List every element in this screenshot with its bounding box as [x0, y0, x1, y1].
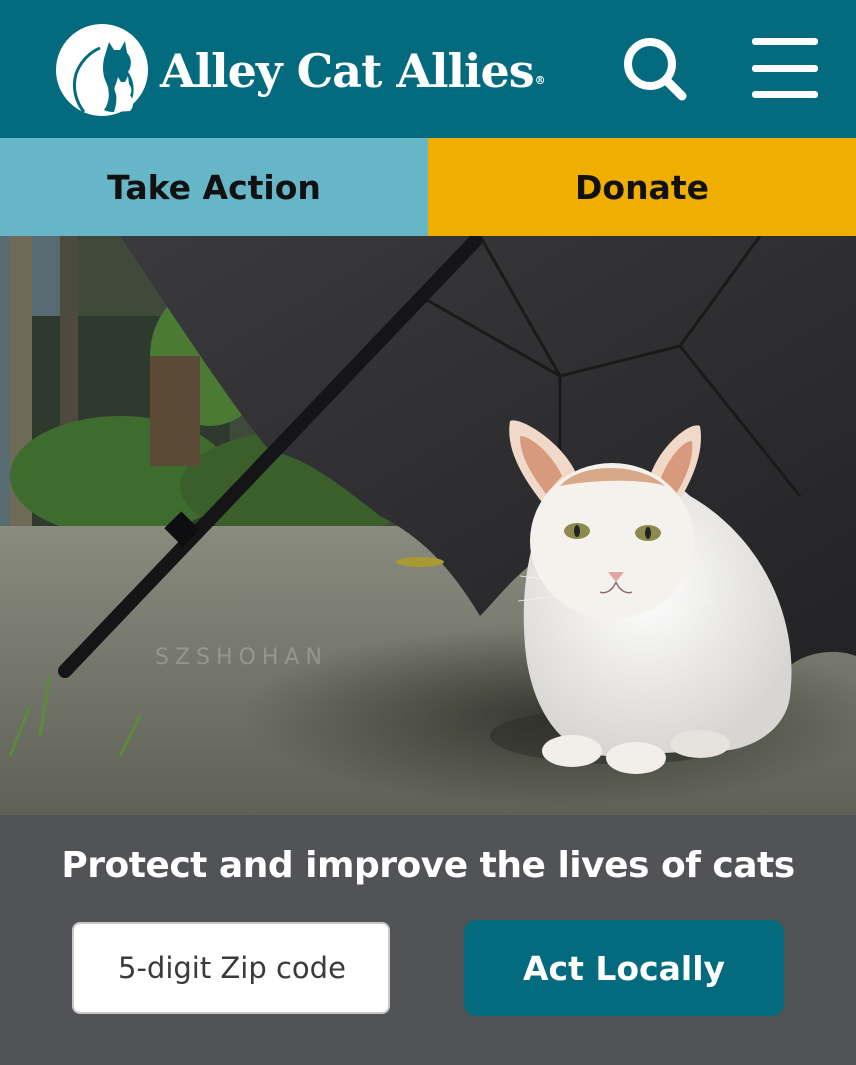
- cat-silhouette-logo-icon[interactable]: [54, 22, 150, 118]
- local-action-panel: Protect and improve the lives of cats Ac…: [0, 815, 856, 1065]
- take-action-button[interactable]: Take Action: [0, 138, 428, 236]
- brand-name[interactable]: Alley Cat Allies®: [160, 36, 546, 106]
- act-locally-button[interactable]: Act Locally: [464, 920, 784, 1016]
- site-header: Alley Cat Allies®: [0, 0, 856, 138]
- zip-code-input[interactable]: [72, 922, 390, 1014]
- hero-image: SZSHOHAN: [0, 236, 856, 815]
- donate-button[interactable]: Donate: [428, 138, 856, 236]
- tagline-heading: Protect and improve the lives of cats: [61, 845, 795, 886]
- registered-mark: ®: [534, 74, 546, 87]
- hamburger-menu-icon[interactable]: [748, 34, 822, 104]
- photo-watermark: SZSHOHAN: [155, 645, 328, 670]
- search-icon[interactable]: [620, 34, 690, 104]
- cta-bar: Take Action Donate: [0, 138, 856, 236]
